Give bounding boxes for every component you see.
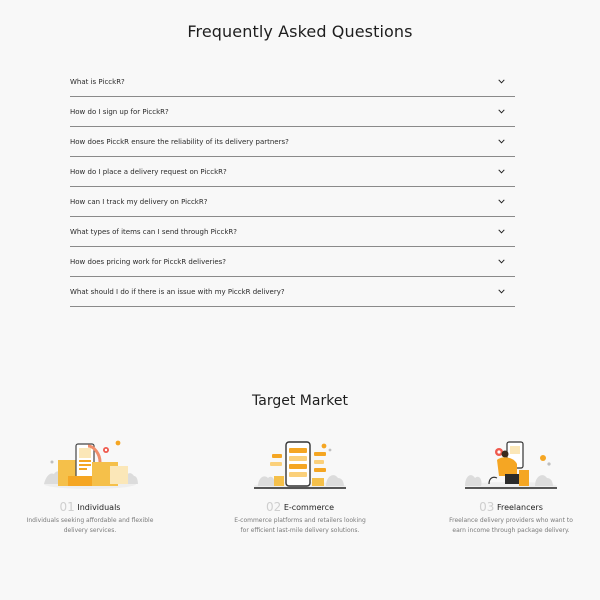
faq-item-1[interactable]: What is PicckR? bbox=[70, 67, 515, 97]
card-heading: 01 Individuals bbox=[10, 500, 170, 514]
card-description: Individuals seeking affordable and flexi… bbox=[10, 516, 170, 536]
card-description-line: for efficient last-mile delivery solutio… bbox=[240, 527, 360, 534]
chevron-down-icon[interactable] bbox=[497, 78, 505, 86]
faq-question: How do I sign up for PicckR? bbox=[70, 107, 169, 116]
freelancers-illustration bbox=[461, 440, 561, 492]
faq-item-2[interactable]: How do I sign up for PicckR? bbox=[70, 97, 515, 127]
card-description-line: earn income through package delivery. bbox=[452, 527, 570, 534]
chevron-down-icon[interactable] bbox=[497, 258, 505, 266]
chevron-down-icon[interactable] bbox=[497, 108, 505, 116]
card-label: Freelancers bbox=[496, 503, 543, 512]
card-description: E-commerce platforms and retailers looki… bbox=[220, 516, 380, 536]
individuals-illustration bbox=[40, 440, 140, 492]
target-market-title: Target Market bbox=[252, 393, 348, 409]
card-number: 03 bbox=[479, 500, 495, 514]
faq-item-3[interactable]: How does PicckR ensure the reliability o… bbox=[70, 127, 515, 157]
card-heading: 02 E-commerce bbox=[220, 500, 380, 514]
card-heading: 03 Freelancers bbox=[431, 500, 591, 514]
faq-title: Frequently Asked Questions bbox=[187, 22, 413, 41]
card-description-line: Freelance delivery providers who want to bbox=[449, 517, 573, 524]
chevron-down-icon[interactable] bbox=[497, 168, 505, 176]
faq-item-4[interactable]: How do I place a delivery request on Pic… bbox=[70, 157, 515, 187]
chevron-down-icon[interactable] bbox=[497, 228, 505, 236]
faq-item-6[interactable]: What types of items can I send through P… bbox=[70, 217, 515, 247]
card-description: Freelance delivery providers who want to… bbox=[431, 516, 591, 536]
market-card-individuals: 01 Individuals Individuals seeking affor… bbox=[10, 440, 170, 534]
card-description-line: E-commerce platforms and retailers looki… bbox=[234, 517, 366, 524]
faq-question: What should I do if there is an issue wi… bbox=[70, 287, 285, 296]
faq-item-8[interactable]: What should I do if there is an issue wi… bbox=[70, 277, 515, 307]
card-number: 02 bbox=[265, 500, 282, 514]
faq-list: What is PicckR? How do I sign up for Pic… bbox=[70, 67, 515, 307]
chevron-down-icon[interactable] bbox=[497, 138, 505, 146]
faq-question: How do I place a delivery request on Pic… bbox=[70, 167, 227, 176]
card-description-line: Individuals seeking affordable and flexi… bbox=[26, 517, 154, 524]
faq-question: How can I track my delivery on PicckR? bbox=[70, 197, 208, 206]
faq-question: How does PicckR ensure the reliability o… bbox=[70, 137, 289, 146]
faq-question: How does pricing work for PicckR deliver… bbox=[70, 257, 227, 266]
card-label: Individuals bbox=[77, 503, 121, 512]
chevron-down-icon[interactable] bbox=[497, 198, 505, 206]
card-label: E-commerce bbox=[283, 503, 334, 512]
market-card-ecommerce: 02 E-commerce E-commerce platforms and r… bbox=[220, 440, 380, 534]
card-number: 01 bbox=[59, 500, 75, 514]
card-description-line: delivery services. bbox=[63, 527, 117, 534]
faq-item-5[interactable]: How can I track my delivery on PicckR? bbox=[70, 187, 515, 217]
ecommerce-illustration bbox=[250, 440, 350, 492]
faq-item-7[interactable]: How does pricing work for PicckR deliver… bbox=[70, 247, 515, 277]
faq-question: What is PicckR? bbox=[70, 77, 125, 86]
market-card-freelancers: 03 Freelancers Freelance delivery provid… bbox=[431, 440, 591, 534]
chevron-down-icon[interactable] bbox=[497, 288, 505, 296]
faq-question: What types of items can I send through P… bbox=[70, 227, 238, 236]
